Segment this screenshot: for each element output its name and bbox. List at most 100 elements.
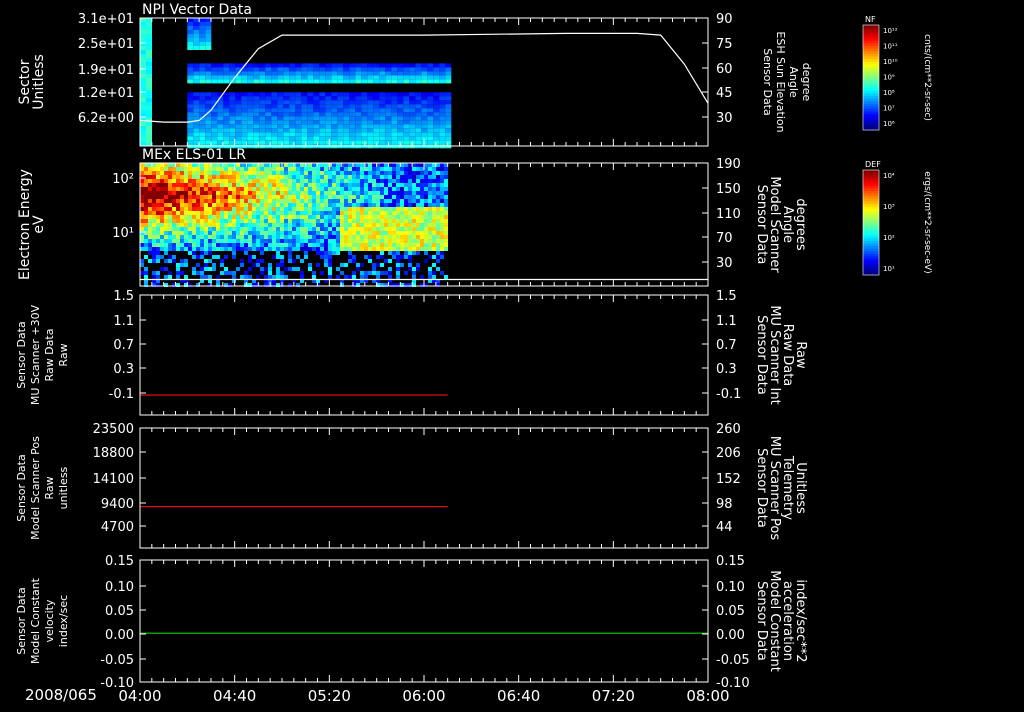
heatmap-cell (433, 112, 440, 117)
heatmap-cell (380, 239, 384, 243)
heatmap-cell (427, 140, 434, 145)
heatmap-cell (284, 239, 288, 243)
heatmap-cell (247, 112, 254, 117)
heatmap-cell (445, 124, 452, 129)
heatmap-cell (400, 179, 404, 183)
heatmap-cell (440, 179, 444, 183)
heatmap-cell (415, 104, 422, 109)
heatmap-cell (148, 203, 152, 207)
heatmap-cell (376, 239, 380, 243)
heatmap-cell (168, 187, 172, 191)
heatmap-cell (289, 136, 296, 141)
heatmap-cell (228, 227, 232, 231)
heatmap-cell (160, 211, 164, 215)
heatmap-cell (344, 195, 348, 199)
heatmap-cell (428, 215, 432, 219)
heatmap-cell (396, 239, 400, 243)
heatmap-cell (292, 199, 296, 203)
heatmap-cell (313, 116, 320, 121)
heatmap-cell (272, 243, 276, 247)
heatmap-cell (199, 140, 206, 145)
heatmap-cell (408, 219, 412, 223)
heatmap-cell (331, 92, 338, 97)
heatmap-cell (252, 235, 256, 239)
heatmap-cell (409, 71, 416, 76)
heatmap-cell (404, 199, 408, 203)
heatmap-cell (224, 271, 228, 275)
heatmap-cell (280, 227, 284, 231)
heatmap-cell (344, 235, 348, 239)
heatmap-cell (436, 243, 440, 247)
heatmap-cell (280, 231, 284, 235)
heatmap-cell (244, 211, 248, 215)
heatmap-cell (232, 207, 236, 211)
heatmap-cell (180, 183, 184, 187)
heatmap-cell (192, 211, 196, 215)
heatmap-cell (144, 267, 148, 271)
heatmap-cell (156, 271, 160, 275)
heatmap-cell (265, 75, 272, 80)
heatmap-cell (408, 163, 412, 167)
heatmap-cell (216, 191, 220, 195)
heatmap-cell (320, 235, 324, 239)
heatmap-cell (433, 92, 440, 97)
heatmap-cell (304, 207, 308, 211)
heatmap-cell (403, 124, 410, 129)
heatmap-cell (439, 136, 446, 141)
heatmap-cell (433, 63, 440, 68)
heatmap-cell (208, 199, 212, 203)
heatmap-cell (187, 92, 194, 97)
heatmap-cell (356, 207, 360, 211)
y2-axis-label: MU Scanner Int (767, 305, 782, 404)
heatmap-cell (384, 167, 388, 171)
heatmap-cell (199, 46, 206, 50)
heatmap-cell (253, 63, 260, 68)
heatmap-cell (328, 227, 332, 231)
heatmap-cell (296, 163, 300, 167)
heatmap-cell (328, 263, 332, 267)
heatmap-cell (232, 167, 236, 171)
heatmap-cell (164, 267, 168, 271)
heatmap-cell (336, 187, 340, 191)
heatmap-cell (332, 247, 336, 251)
heatmap-cell (272, 203, 276, 207)
heatmap-cell (288, 163, 292, 167)
heatmap-cell (216, 199, 220, 203)
heatmap-cell (193, 67, 200, 72)
heatmap-cell (212, 203, 216, 207)
heatmap-cell (336, 247, 340, 251)
heatmap-cell (432, 255, 436, 259)
heatmap-cell (397, 108, 404, 113)
heatmap-cell (271, 92, 278, 97)
heatmap-cell (156, 211, 160, 215)
heatmap-cell (224, 247, 228, 251)
heatmap-cell (409, 75, 416, 80)
heatmap-cell (361, 75, 368, 80)
heatmap-cell (424, 167, 428, 171)
heatmap-cell (268, 239, 272, 243)
heatmap-cell (352, 215, 356, 219)
heatmap-cell (192, 215, 196, 219)
heatmap-cell (280, 223, 284, 227)
heatmap-cell (397, 124, 404, 129)
heatmap-cell (408, 251, 412, 255)
heatmap-cell (427, 112, 434, 117)
heatmap-cell (352, 179, 356, 183)
heatmap-cell (348, 187, 352, 191)
heatmap-cell (140, 110, 146, 114)
heatmap-cell (436, 239, 440, 243)
heatmap-cell (372, 215, 376, 219)
heatmap-cell (331, 116, 338, 121)
heatmap-cell (324, 207, 328, 211)
heatmap-cell (193, 26, 200, 30)
heatmap-cell (208, 203, 212, 207)
heatmap-cell (316, 227, 320, 231)
heatmap-cell (180, 195, 184, 199)
heatmap-cell (392, 243, 396, 247)
heatmap-cell (432, 203, 436, 207)
heatmap-cell (296, 191, 300, 195)
heatmap-cell (260, 163, 264, 167)
heatmap-cell (296, 207, 300, 211)
heatmap-cell (268, 179, 272, 183)
heatmap-cell (152, 231, 156, 235)
